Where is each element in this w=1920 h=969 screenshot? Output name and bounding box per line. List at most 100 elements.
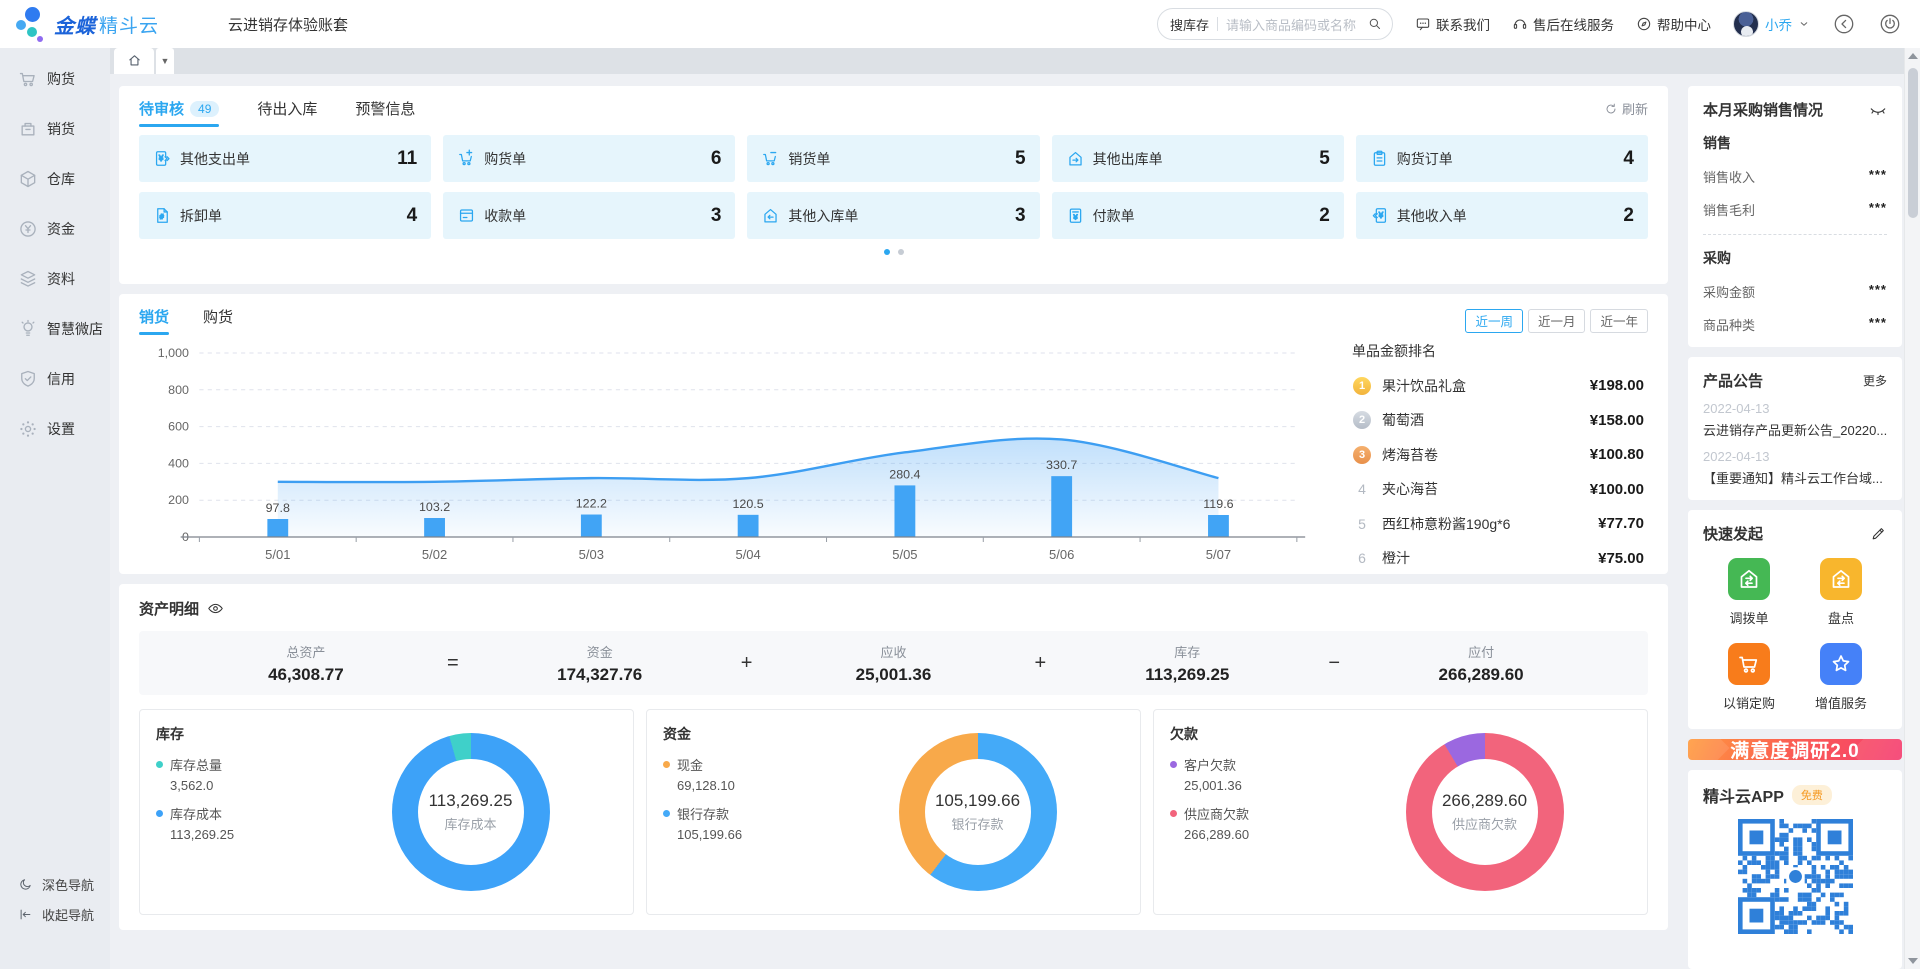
asset-panel-资金: 资金现金69,128.10银行存款105,199.66105,199.66银行存…: [646, 709, 1141, 915]
trend-tab-购货[interactable]: 购货: [203, 306, 233, 335]
pager-dot-2[interactable]: [898, 249, 904, 255]
vertical-scrollbar[interactable]: [1904, 48, 1920, 969]
quick-action-以销定购[interactable]: 以销定购: [1703, 643, 1795, 712]
scroll-down-arrow[interactable]: [1908, 958, 1918, 964]
todo-mini-card-其他出库单[interactable]: 其他出库单5: [1052, 135, 1344, 182]
toplink-联系我们[interactable]: 联系我们: [1415, 14, 1490, 34]
svg-text:5/02: 5/02: [422, 547, 447, 562]
brand-logo-icon: [14, 5, 48, 43]
asset-panel-库存: 库存库存总量3,562.0库存成本113,269.25113,269.25库存成…: [139, 709, 634, 915]
monthly-row-商品种类: 商品种类***: [1703, 315, 1887, 334]
ranking-row-3[interactable]: 3烤海苔卷¥100.80: [1352, 445, 1644, 465]
assets-formula-bar: 总资产46,308.77=资金174,327.76+应收25,001.36+库存…: [139, 631, 1648, 695]
medal-icon-rank1: 1: [1353, 377, 1371, 395]
ranking-row-5[interactable]: 5西红柿意粉酱190g*6¥77.70: [1352, 514, 1644, 534]
quick-action-盘点[interactable]: 盘点: [1795, 558, 1887, 627]
refresh-button[interactable]: 刷新: [1604, 99, 1648, 126]
brand-logo[interactable]: 金蝶 精斗云: [14, 5, 220, 43]
donut-chart-欠款: 266,289.60供应商欠款: [1406, 733, 1564, 891]
announcement-link-1[interactable]: 云进销存产品更新公告_20220...: [1703, 420, 1887, 439]
sidebar-item-信用[interactable]: 信用: [0, 354, 110, 404]
pager-dot-1[interactable]: [884, 249, 890, 255]
pencil-icon[interactable]: [1870, 525, 1887, 542]
logout-power-button[interactable]: [1878, 12, 1902, 36]
formula-operator-2: +: [727, 652, 767, 675]
donut-chart-库存: 113,269.25库存成本: [392, 733, 550, 891]
range-button-近一周[interactable]: 近一周: [1465, 309, 1523, 333]
ranking-title: 单品金额排名: [1352, 341, 1644, 361]
scroll-up-arrow[interactable]: [1908, 53, 1918, 59]
survey-banner[interactable]: 精斗云新版首页 满意度调研2.0 全新首页已到来 期待收到您的反馈: [1688, 739, 1902, 760]
free-badge: 免费: [1792, 785, 1832, 805]
formula-operator-1: =: [433, 652, 473, 675]
quick-action-调拨单[interactable]: 调拨单: [1703, 558, 1795, 627]
ranking-row-1[interactable]: 1果汁饮品礼盒¥198.00: [1352, 376, 1644, 396]
username[interactable]: 小乔: [1765, 14, 1792, 34]
announcements-card: 产品公告 更多 2022-04-13云进销存产品更新公告_20220...202…: [1688, 357, 1902, 500]
svg-text:103.2: 103.2: [419, 500, 450, 514]
sidebar-item-设置[interactable]: 设置: [0, 404, 110, 454]
home-tab[interactable]: [114, 48, 154, 74]
asset-panel-欠款: 欠款客户欠款25,001.36供应商欠款266,289.60266,289.60…: [1153, 709, 1648, 915]
eye-icon[interactable]: [207, 600, 224, 618]
ranking-row-6[interactable]: 6橙汁¥75.00: [1352, 548, 1644, 568]
scrollbar-thumb[interactable]: [1908, 68, 1918, 218]
todo-mini-card-拆卸单[interactable]: #拆卸单4: [139, 192, 431, 239]
formula-cell-应付: 应付266,289.60: [1354, 642, 1608, 685]
range-button-近一月[interactable]: 近一月: [1528, 309, 1586, 333]
tab-dropdown-button[interactable]: ▼: [156, 48, 174, 74]
toplink-售后在线服务[interactable]: 售后在线服务: [1512, 14, 1614, 34]
sidebar-footer-深色导航[interactable]: 深色导航: [0, 869, 110, 899]
todo-mini-card-其他支出单[interactable]: ¥其他支出单11: [139, 135, 431, 182]
todo-mini-card-销货单[interactable]: 销货单5: [747, 135, 1039, 182]
svg-text:¥: ¥: [1379, 211, 1384, 220]
svg-text:5/01: 5/01: [265, 547, 290, 562]
user-menu[interactable]: 小乔: [1733, 11, 1810, 37]
app-qr-code: [1738, 819, 1853, 939]
sidebar-item-购货[interactable]: 购货: [0, 54, 110, 104]
search-scope-label[interactable]: 搜库存: [1170, 15, 1209, 34]
sidebar-item-销货[interactable]: 销货: [0, 104, 110, 154]
announcements-more-link[interactable]: 更多: [1863, 372, 1887, 389]
home-icon: [127, 52, 142, 70]
back-button[interactable]: [1832, 12, 1856, 36]
svg-text:122.2: 122.2: [576, 497, 607, 511]
svg-text:¥: ¥: [1073, 213, 1077, 221]
medal-icon-rank2: 2: [1353, 411, 1371, 429]
todo-mini-card-购货订单[interactable]: 购货订单4: [1356, 135, 1648, 182]
sidebar-item-资金[interactable]: 资金: [0, 204, 110, 254]
ranking-row-4[interactable]: 4夹心海苔¥100.00: [1352, 479, 1644, 499]
todo-tab-待审核[interactable]: 待审核49: [139, 98, 219, 127]
todo-mini-card-付款单[interactable]: ¥付款单2: [1052, 192, 1344, 239]
svg-text:600: 600: [168, 420, 189, 434]
quick-action-增值服务[interactable]: 增值服务: [1795, 643, 1887, 712]
todo-tab-预警信息[interactable]: 预警信息: [355, 98, 415, 127]
search-icon[interactable]: [1367, 15, 1382, 33]
todo-tab-待出入库[interactable]: 待出入库: [257, 98, 317, 127]
todo-mini-card-其他入库单[interactable]: 其他入库单3: [747, 192, 1039, 239]
trend-tab-销货[interactable]: 销货: [139, 306, 169, 335]
medal-icon-rank3: 3: [1353, 446, 1371, 464]
chevron-down-icon[interactable]: [1798, 18, 1810, 30]
avatar[interactable]: [1733, 11, 1759, 37]
todo-mini-card-购货单[interactable]: 购货单6: [443, 135, 735, 182]
announcement-link-2[interactable]: 【重要通知】精斗云工作台域...: [1703, 468, 1887, 487]
svg-text:119.6: 119.6: [1203, 497, 1234, 511]
ranking-row-2[interactable]: 2葡萄酒¥158.00: [1352, 410, 1644, 430]
toplink-帮助中心[interactable]: 帮助中心: [1636, 14, 1711, 34]
search-divider: [1217, 17, 1218, 31]
todo-mini-card-收款单[interactable]: 收款单3: [443, 192, 735, 239]
announcements-title: 产品公告: [1703, 370, 1763, 391]
sidebar-item-智慧微店[interactable]: 智慧微店: [0, 304, 110, 354]
house-swap-icon: [1728, 558, 1770, 600]
range-button-近一年[interactable]: 近一年: [1590, 309, 1648, 333]
inventory-search-input[interactable]: 搜库存 请输入商品编码或名称: [1157, 8, 1393, 40]
legend-item-现金: 现金69,128.10: [663, 755, 831, 793]
sidebar-footer-收起导航[interactable]: 收起导航: [0, 899, 110, 929]
sidebar-item-资料[interactable]: 资料: [0, 254, 110, 304]
todo-mini-card-其他收入单[interactable]: ¥其他收入单2: [1356, 192, 1648, 239]
sidebar-item-仓库[interactable]: 仓库: [0, 154, 110, 204]
svg-text:330.7: 330.7: [1046, 458, 1077, 472]
formula-cell-库存: 库存113,269.25: [1060, 642, 1314, 685]
eye-closed-icon[interactable]: [1869, 101, 1887, 119]
